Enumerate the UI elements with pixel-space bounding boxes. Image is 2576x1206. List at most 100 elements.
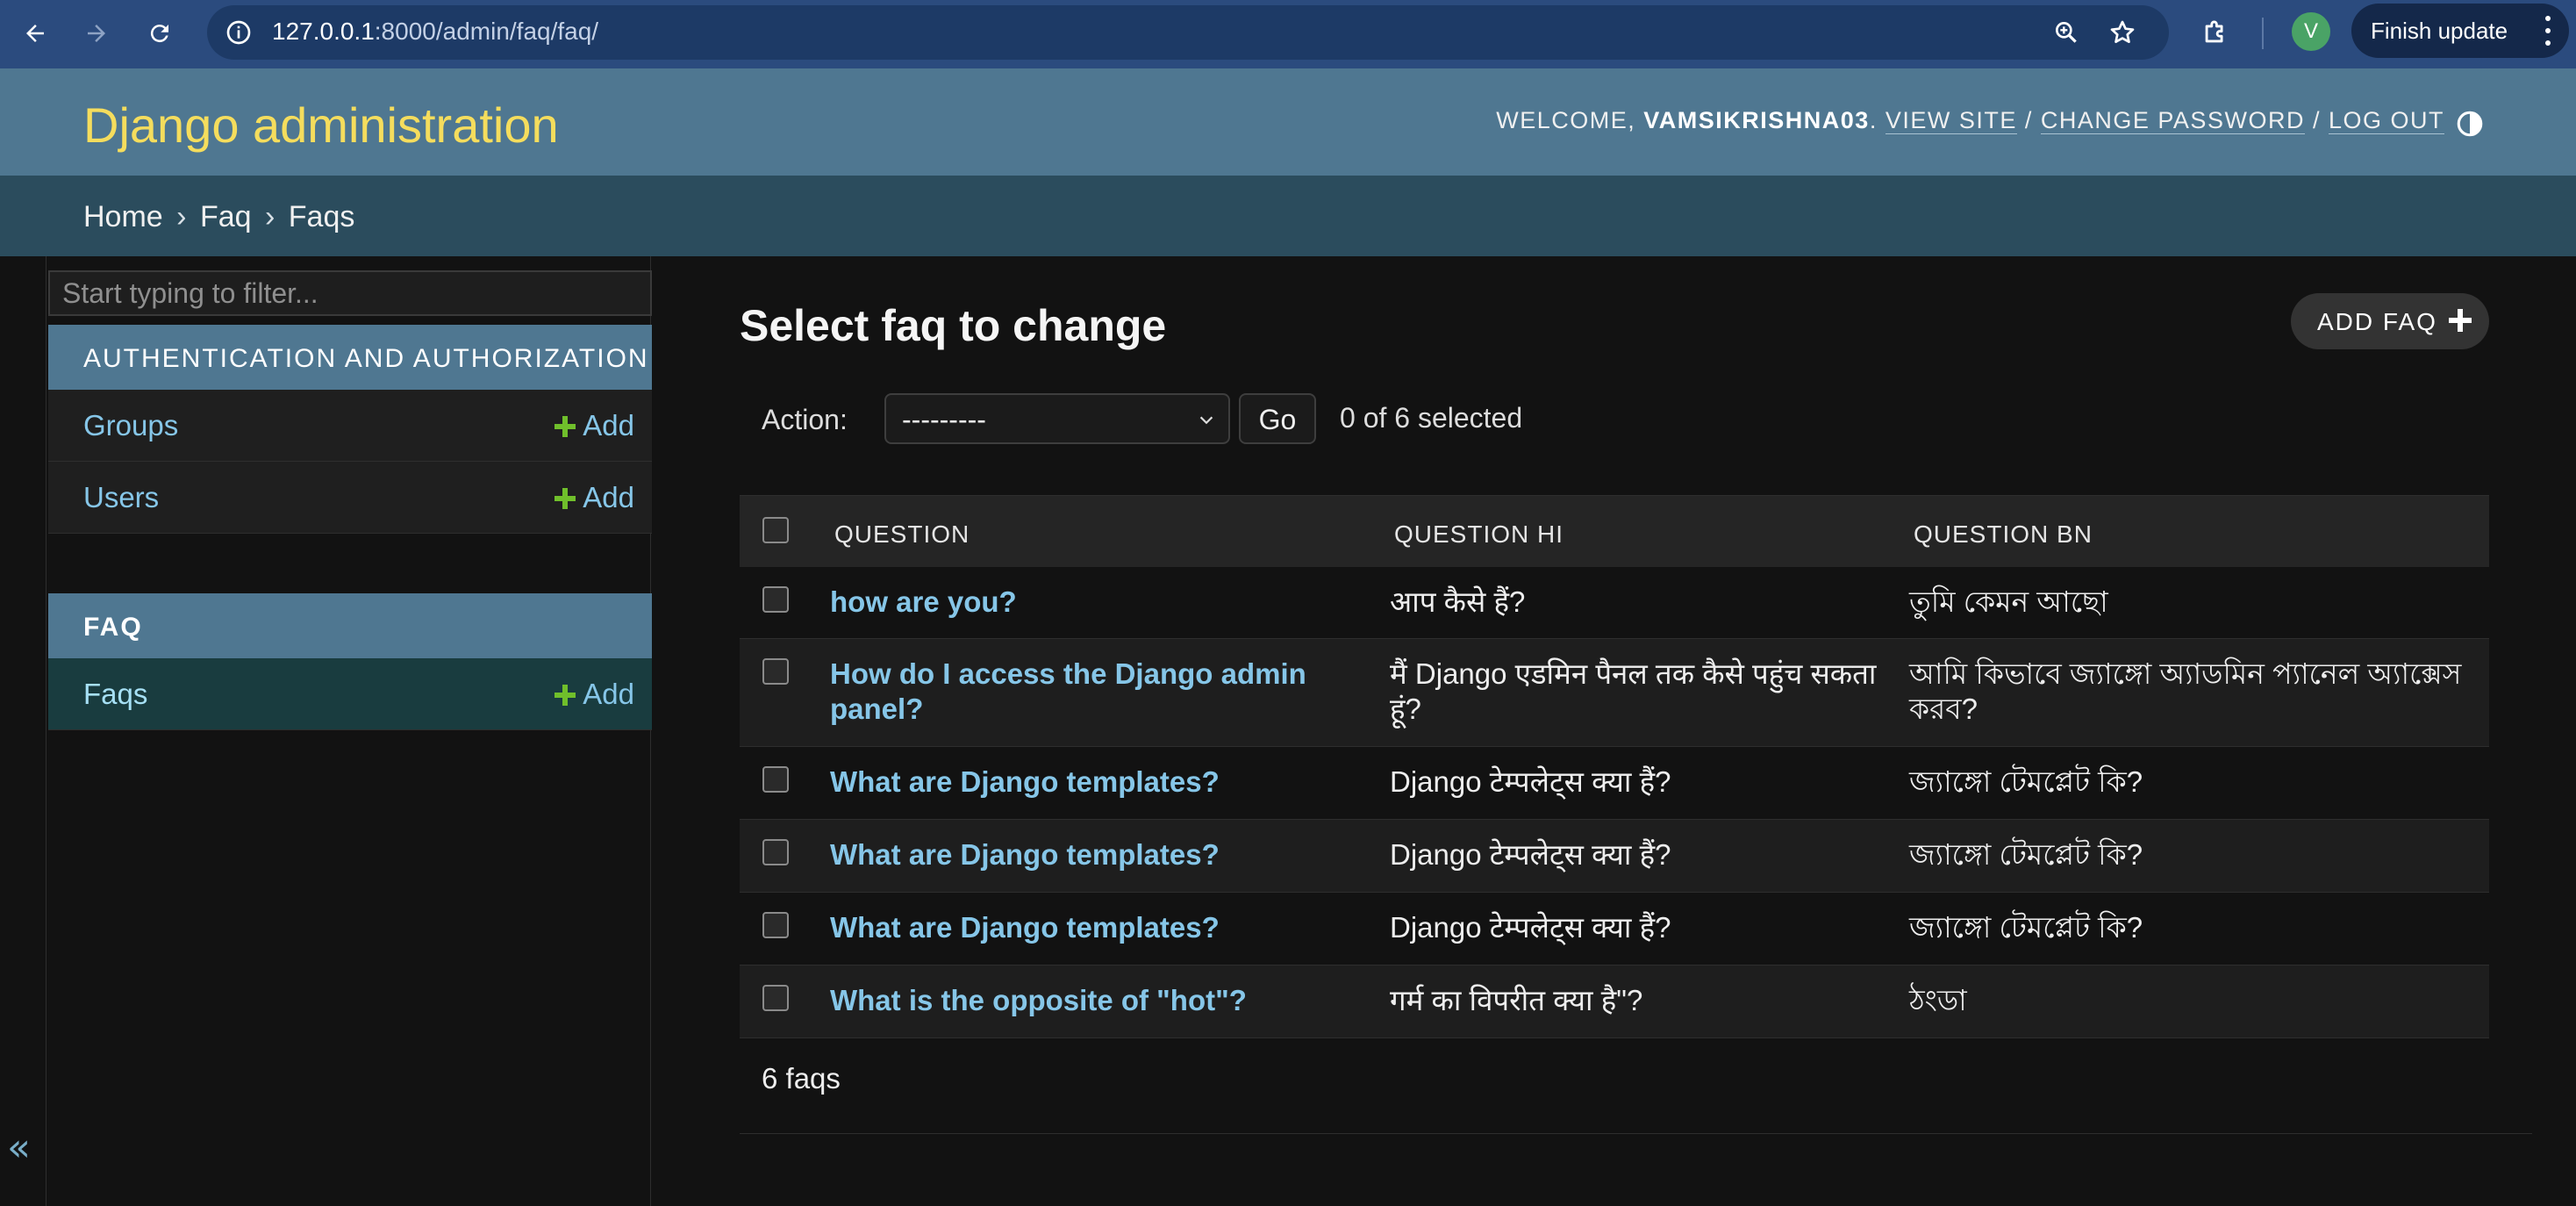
select-all-checkbox[interactable] <box>762 517 789 543</box>
collapse-sidebar-icon[interactable]: « <box>7 1125 31 1170</box>
url-path: :8000/admin/faq/faq/ <box>374 18 599 45</box>
selected-count: 0 of 6 selected <box>1340 402 1523 434</box>
add-user-button[interactable]: Add <box>555 481 634 514</box>
username: VAMSIKRISHNA03 <box>1643 107 1870 133</box>
table-row: What are Django templates? Django टेम्पल… <box>740 747 2489 820</box>
row-checkbox[interactable] <box>762 766 789 793</box>
breadcrumb-home[interactable]: Home <box>83 200 163 233</box>
change-password-link[interactable]: CHANGE PASSWORD <box>2040 107 2305 134</box>
user-tools: WELCOME, VAMSIKRISHNA03. VIEW SITE / CHA… <box>1496 107 2444 134</box>
question-bn: জ্যাঙ্গো টেমপ্লেট কি? <box>1909 765 2143 798</box>
action-label: Action: <box>762 404 848 435</box>
question-bn: ঠংডা <box>1909 984 1967 1016</box>
sidebar-collapse-rail[interactable]: « <box>0 256 46 1206</box>
sidebar-item-label[interactable]: Faqs <box>83 678 147 711</box>
actions-bar: Action: --------- Go 0 of 6 selected <box>740 384 2489 448</box>
profile-avatar[interactable]: V <box>2292 12 2330 51</box>
question-hi: आप कैसे हैं? <box>1390 585 1526 618</box>
nav-sidebar: Start typing to filter... AUTHENTICATION… <box>46 256 652 1206</box>
add-group-button[interactable]: Add <box>555 409 634 442</box>
question-hi: गर्म का विपरीत क्या है"? <box>1390 984 1643 1016</box>
row-checkbox[interactable] <box>762 985 789 1011</box>
question-link[interactable]: What are Django templates? <box>830 765 1356 800</box>
plus-icon <box>2449 309 2472 332</box>
column-header-question[interactable]: QUESTION <box>834 520 970 549</box>
table-row: how are you? आप कैसे हैं? তুমি কেমন আছো <box>740 567 2489 639</box>
reload-icon[interactable] <box>137 11 182 56</box>
back-icon[interactable] <box>12 11 58 56</box>
table-header: QUESTION QUESTION HI QUESTION BN <box>740 495 2489 567</box>
zoom-icon[interactable] <box>2050 16 2083 49</box>
welcome-text: WELCOME, <box>1496 107 1636 133</box>
row-checkbox[interactable] <box>762 586 789 613</box>
sidebar-item-faqs[interactable]: Faqs Add <box>48 658 652 730</box>
add-faq-sidebar-button[interactable]: Add <box>555 678 634 711</box>
toolbar-divider <box>2262 18 2264 49</box>
breadcrumb-separator: › <box>264 200 275 233</box>
question-link[interactable]: What are Django templates? <box>830 837 1356 872</box>
row-checkbox[interactable] <box>762 839 789 865</box>
extensions-icon[interactable] <box>2195 12 2236 53</box>
column-header-question-bn[interactable]: QUESTION BN <box>1914 520 2093 549</box>
table-row: What is the opposite of "hot"? गर्म का व… <box>740 966 2489 1038</box>
question-bn: তুমি কেমন আছো <box>1909 585 2108 618</box>
add-faq-button[interactable]: ADD FAQ <box>2291 293 2489 349</box>
add-label: Add <box>583 409 634 441</box>
action-select[interactable]: --------- <box>884 393 1230 444</box>
sidebar-filter-input[interactable]: Start typing to filter... <box>48 270 652 316</box>
separator: / <box>2312 107 2321 133</box>
forward-icon[interactable] <box>74 11 119 56</box>
address-bar[interactable]: 127.0.0.1:8000/admin/faq/faq/ <box>207 5 2169 60</box>
bookmark-star-icon[interactable] <box>2106 16 2139 49</box>
breadcrumb-separator: › <box>176 200 187 233</box>
sidebar-item-groups[interactable]: Groups Add <box>48 390 652 462</box>
question-link[interactable]: how are you? <box>830 585 1356 620</box>
paginator: 6 faqs <box>740 1036 2532 1134</box>
question-hi: Django टेम्पलेट्स क्या हैं? <box>1390 911 1671 944</box>
table-row: How do I access the Django admin panel? … <box>740 639 2489 747</box>
add-faq-label: ADD FAQ <box>2317 308 2437 335</box>
row-checkbox[interactable] <box>762 912 789 938</box>
question-hi: Django टेम्पलेट्स क्या हैं? <box>1390 765 1671 798</box>
results-table: QUESTION QUESTION HI QUESTION BN how are… <box>740 495 2489 1038</box>
theme-toggle-icon[interactable] <box>2455 109 2485 139</box>
question-hi: मैं Django एडमिन पैनल तक कैसे पहुंच सकता… <box>1390 657 1877 725</box>
chevron-down-icon <box>1199 416 1213 425</box>
site-name[interactable]: Django administration <box>83 97 559 154</box>
add-label: Add <box>583 678 634 710</box>
breadcrumb: Home › Faq › Faqs <box>0 176 2576 256</box>
view-site-link[interactable]: VIEW SITE <box>1885 107 2017 134</box>
finish-update-label: Finish update <box>2371 17 2508 44</box>
add-label: Add <box>583 481 634 513</box>
more-menu-icon[interactable] <box>2544 16 2551 46</box>
table-row: What are Django templates? Django टेम्पल… <box>740 893 2489 966</box>
sidebar-item-label[interactable]: Users <box>83 481 159 514</box>
finish-update-button[interactable]: Finish update <box>2351 4 2569 58</box>
app-header-auth[interactable]: AUTHENTICATION AND AUTHORIZATION <box>48 325 652 390</box>
admin-header: Django administration WELCOME, VAMSIKRIS… <box>0 68 2576 176</box>
add-icon <box>555 488 576 509</box>
log-out-link[interactable]: LOG OUT <box>2328 107 2444 134</box>
action-selected-value: --------- <box>902 404 986 435</box>
question-bn: জ্যাঙ্গো টেমপ্লেট কি? <box>1909 838 2143 871</box>
go-button[interactable]: Go <box>1239 393 1316 444</box>
question-link[interactable]: What are Django templates? <box>830 910 1356 945</box>
add-icon <box>555 416 576 437</box>
add-icon <box>555 685 576 706</box>
url-text: 127.0.0.1:8000/admin/faq/faq/ <box>272 18 598 46</box>
app-header-faq[interactable]: FAQ <box>48 593 652 658</box>
column-header-question-hi[interactable]: QUESTION HI <box>1394 520 1563 549</box>
question-link[interactable]: How do I access the Django admin panel? <box>830 657 1356 727</box>
separator: / <box>2024 107 2033 133</box>
sidebar-item-label[interactable]: Groups <box>83 409 178 442</box>
question-link[interactable]: What is the opposite of "hot"? <box>830 983 1356 1018</box>
breadcrumb-app[interactable]: Faq <box>200 200 252 233</box>
sidebar-item-users[interactable]: Users Add <box>48 462 652 534</box>
site-info-icon[interactable] <box>225 18 253 47</box>
breadcrumb-current: Faqs <box>288 200 355 233</box>
page-title: Select faq to change <box>740 301 1167 350</box>
main-content: Select faq to change ADD FAQ Action: ---… <box>740 256 2576 1206</box>
row-checkbox[interactable] <box>762 658 789 685</box>
question-hi: Django टेम्पलेट्स क्या हैं? <box>1390 838 1671 871</box>
url-host: 127.0.0.1 <box>272 18 375 45</box>
